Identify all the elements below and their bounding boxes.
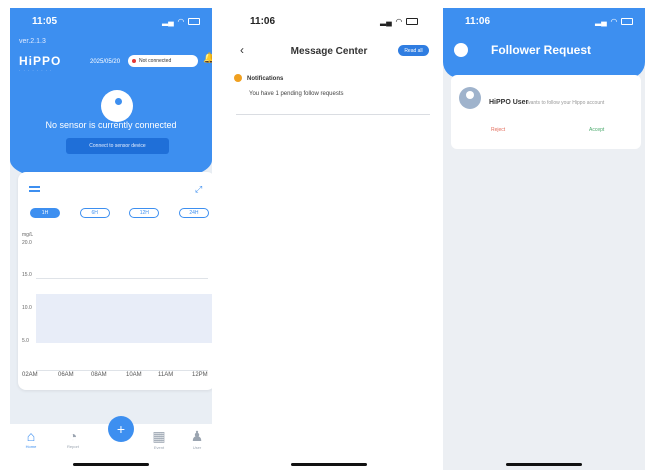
target-range-band bbox=[36, 294, 212, 343]
read-all-button[interactable]: Read all bbox=[398, 45, 429, 56]
status-time: 11:06 bbox=[465, 15, 491, 27]
avatar bbox=[459, 87, 481, 109]
tab-label: Home bbox=[25, 444, 37, 449]
home-indicator[interactable] bbox=[506, 463, 582, 466]
signal-icon: ▂▄ bbox=[380, 16, 392, 26]
status-dot-icon bbox=[132, 59, 136, 63]
range-button[interactable]: 12H bbox=[129, 208, 160, 218]
home-icon: ⌂ bbox=[26, 428, 36, 444]
battery-icon bbox=[188, 17, 200, 25]
sensor-status-pill[interactable]: Not connected bbox=[128, 55, 198, 67]
tab-label: Report bbox=[66, 444, 79, 449]
brand-tagline: · · · · · · · · bbox=[19, 68, 53, 73]
home-indicator[interactable] bbox=[73, 463, 149, 466]
add-button[interactable]: + bbox=[108, 416, 134, 442]
status-bar: 11:06 ▂▄ ◠ bbox=[228, 8, 430, 34]
range-button[interactable]: 6H bbox=[79, 208, 110, 218]
request-message: wants to follow your Hippo account bbox=[527, 100, 605, 106]
brand-logo: HiPPO bbox=[19, 54, 62, 68]
time-range-selector: 1H 6H 12H 24H bbox=[30, 208, 209, 218]
y-tick-label: 10.0 bbox=[22, 305, 32, 311]
x-tick-label: 02AM bbox=[22, 372, 38, 378]
grid-line bbox=[36, 278, 208, 279]
wifi-icon: ◠ bbox=[395, 16, 402, 26]
status-icons: ▂▄ ◠ bbox=[595, 17, 633, 26]
follow-request-card: HiPPO User wants to follow your Hippo ac… bbox=[451, 75, 641, 149]
y-axis-unit: mg/L bbox=[22, 232, 34, 238]
status-icons: ▂▄ ◠ bbox=[162, 17, 200, 26]
range-button[interactable]: 1H bbox=[30, 208, 60, 218]
x-tick-label: 12PM bbox=[192, 372, 208, 378]
tab-home[interactable]: ⌂ Home bbox=[16, 428, 46, 449]
x-tick-label: 08AM bbox=[91, 372, 107, 378]
menu-icon[interactable] bbox=[29, 186, 40, 192]
status-bar: 11:05 ▂▄ ◠ bbox=[10, 8, 212, 34]
follower-request-screen: 11:06 ▂▄ ◠ Follower Request HiPPO User w… bbox=[443, 8, 645, 470]
y-tick-label: 15.0 bbox=[22, 272, 32, 278]
wifi-icon: ◠ bbox=[177, 16, 184, 26]
page-title: Follower Request bbox=[491, 43, 592, 57]
status-time: 11:05 bbox=[32, 15, 58, 27]
sensor-icon bbox=[101, 90, 133, 122]
message-center-screen: 11:06 ▂▄ ◠ ‹ Message Center Read all Not… bbox=[228, 8, 430, 470]
sensor-status-label: Not connected bbox=[139, 58, 172, 64]
status-time: 11:06 bbox=[250, 15, 276, 27]
back-button-icon[interactable] bbox=[454, 43, 468, 57]
reject-button[interactable]: Reject bbox=[491, 127, 505, 133]
user-icon: ♟ bbox=[190, 428, 204, 444]
notification-text[interactable]: You have 1 pending follow requests bbox=[249, 91, 344, 97]
x-axis-line bbox=[36, 370, 208, 371]
no-sensor-message: No sensor is currently connected bbox=[45, 120, 177, 130]
bell-icon[interactable]: 🔔 bbox=[203, 53, 212, 64]
nav-bar: ‹ Message Center Read all bbox=[228, 38, 430, 62]
battery-icon bbox=[406, 17, 418, 25]
tab-event[interactable]: ▦ Event bbox=[144, 428, 174, 450]
pie-chart-icon: ◔ bbox=[68, 428, 78, 444]
divider bbox=[236, 114, 430, 115]
home-screen: 11:05 ▂▄ ◠ ver.2.1.3 HiPPO · · · · · · ·… bbox=[10, 8, 212, 470]
wifi-icon: ◠ bbox=[610, 16, 617, 26]
tab-user[interactable]: ♟ User bbox=[182, 428, 212, 450]
chart-card: ⤢ 1H 6H 12H 24H mg/L 20.0 15.0 10.0 5.0 … bbox=[18, 172, 212, 390]
battery-icon bbox=[621, 17, 633, 25]
signal-icon: ▂▄ bbox=[595, 16, 607, 26]
tab-label: Event bbox=[153, 445, 165, 450]
current-date: 2025/05/20 bbox=[90, 59, 121, 65]
x-tick-label: 06AM bbox=[58, 372, 74, 378]
signal-icon: ▂▄ bbox=[162, 16, 174, 26]
expand-icon[interactable]: ⤢ bbox=[195, 184, 202, 195]
x-tick-label: 10AM bbox=[126, 372, 142, 378]
home-indicator[interactable] bbox=[291, 463, 367, 466]
notification-title[interactable]: Notifications bbox=[247, 76, 283, 82]
y-tick-label: 5.0 bbox=[22, 338, 29, 344]
notification-icon bbox=[234, 74, 242, 82]
calendar-icon: ▦ bbox=[152, 428, 166, 444]
accept-button[interactable]: Accept bbox=[589, 127, 604, 133]
tab-label: User bbox=[192, 445, 202, 450]
x-tick-label: 11AM bbox=[158, 372, 174, 378]
requester-name: HiPPO User bbox=[489, 99, 529, 106]
status-icons: ▂▄ ◠ bbox=[380, 17, 418, 26]
y-tick-label: 20.0 bbox=[22, 240, 32, 246]
status-bar: 11:06 ▂▄ ◠ bbox=[443, 8, 645, 34]
glucose-chart: mg/L 20.0 15.0 10.0 5.0 02AM 06AM 08AM 1… bbox=[22, 226, 212, 386]
connect-sensor-button[interactable]: Connect to sensor device bbox=[66, 138, 169, 154]
app-version: ver.2.1.3 bbox=[19, 38, 46, 45]
range-button[interactable]: 24H bbox=[178, 208, 209, 218]
tab-report[interactable]: ◔ Report bbox=[58, 428, 88, 449]
